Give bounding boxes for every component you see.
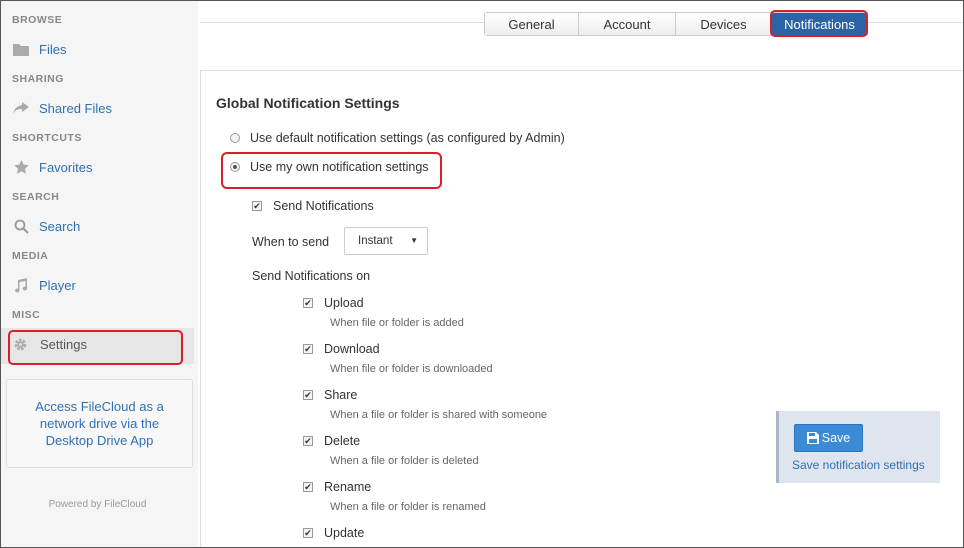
send-notifications-checkbox[interactable]: ✔ Send Notifications [252,199,374,213]
sidebar-item-favorites[interactable]: Favorites [12,155,92,179]
event-upload-desc: When file or folder is added [330,317,464,329]
sidebar-item-player[interactable]: Player [12,273,76,297]
checkbox[interactable]: ✔ [303,528,313,538]
powered-by: Powered by FileCloud [48,499,147,510]
checkbox-label: Download [324,342,380,356]
send-on-text: Send Notifications on [252,269,371,283]
desktop-drive-promo[interactable]: Access FileCloud as a network drive via … [6,379,193,468]
checkbox-label: Share [324,388,358,402]
event-download-desc: When file or folder is downloaded [330,363,493,375]
when-to-send-label: When to send [252,235,329,249]
checkbox[interactable]: ✔ [303,390,313,400]
section-label-search: SEARCH [12,191,60,203]
folder-icon [12,41,30,57]
search-icon [12,218,30,234]
checkbox[interactable]: ✔ [303,482,313,492]
when-to-send-text: When to send [252,235,330,249]
event-share-checkbox[interactable]: ✔ Share [303,388,357,402]
sidebar-item-shared-files[interactable]: Shared Files [12,96,112,120]
save-button[interactable]: Save [794,424,863,452]
radio-default-settings[interactable]: Use default notification settings (as co… [230,131,565,145]
save-button-label: Save [821,431,851,445]
select-value: Instant [358,235,393,247]
page-title: Global Notification Settings [216,95,400,111]
sidebar-item-label: Search [39,218,81,234]
star-icon [12,159,30,175]
highlight-notifications-tab [770,10,868,37]
checkbox[interactable]: ✔ [303,298,313,308]
highlight-settings [8,330,183,365]
sidebar: BROWSE Files SHARING Shared Files SHORTC… [1,1,198,547]
save-panel: Save Save notification settings [776,411,940,483]
checkbox[interactable]: ✔ [303,344,313,354]
section-label-shortcuts: SHORTCUTS [12,132,82,144]
send-on-label: Send Notifications on [252,269,370,283]
checkbox-label: Rename [324,480,372,494]
radio-label: Use default notification settings (as co… [250,131,565,145]
sidebar-item-label: Files [39,41,67,57]
sidebar-item-search[interactable]: Search [12,214,80,238]
save-hint: Save notification settings [792,458,925,472]
event-share-desc: When a file or folder is shared with som… [330,409,548,421]
event-rename-desc: When a file or folder is renamed [330,501,486,513]
event-rename-checkbox[interactable]: ✔ Rename [303,480,371,494]
share-arrow-icon [12,100,30,116]
sidebar-item-files[interactable]: Files [12,37,66,61]
sidebar-item-label: Player [39,277,76,293]
checkbox[interactable]: ✔ [303,436,313,446]
checkbox[interactable]: ✔ [252,201,262,211]
checkbox-label: Upload [324,296,364,310]
caret-down-icon: ▼ [410,236,418,245]
section-label-media: MEDIA [12,250,49,262]
floppy-disk-icon [806,432,819,444]
event-delete-desc: When a file or folder is deleted [330,455,479,467]
section-label-sharing: SHARING [12,73,64,85]
tab-account[interactable]: Account [579,13,676,35]
radio-button[interactable] [230,133,240,143]
tab-general[interactable]: General [485,13,579,35]
section-label-browse: BROWSE [12,14,63,26]
checkbox-label: Send Notifications [273,199,374,213]
music-note-icon [12,277,30,293]
section-label-misc: MISC [12,309,41,321]
tab-devices[interactable]: Devices [676,13,772,35]
checkbox-label: Update [324,526,365,540]
event-upload-checkbox[interactable]: ✔ Upload [303,296,364,310]
event-delete-checkbox[interactable]: ✔ Delete [303,434,360,448]
highlight-own-settings [221,152,442,189]
when-to-send-select[interactable]: Instant ▼ [344,227,428,255]
event-update-checkbox[interactable]: ✔ Update [303,526,364,540]
sidebar-item-label: Shared Files [39,100,112,116]
sidebar-item-label: Favorites [39,159,93,175]
checkbox-label: Delete [324,434,361,448]
event-download-checkbox[interactable]: ✔ Download [303,342,380,356]
promo-text: Access FileCloud as a network drive via … [35,399,164,448]
